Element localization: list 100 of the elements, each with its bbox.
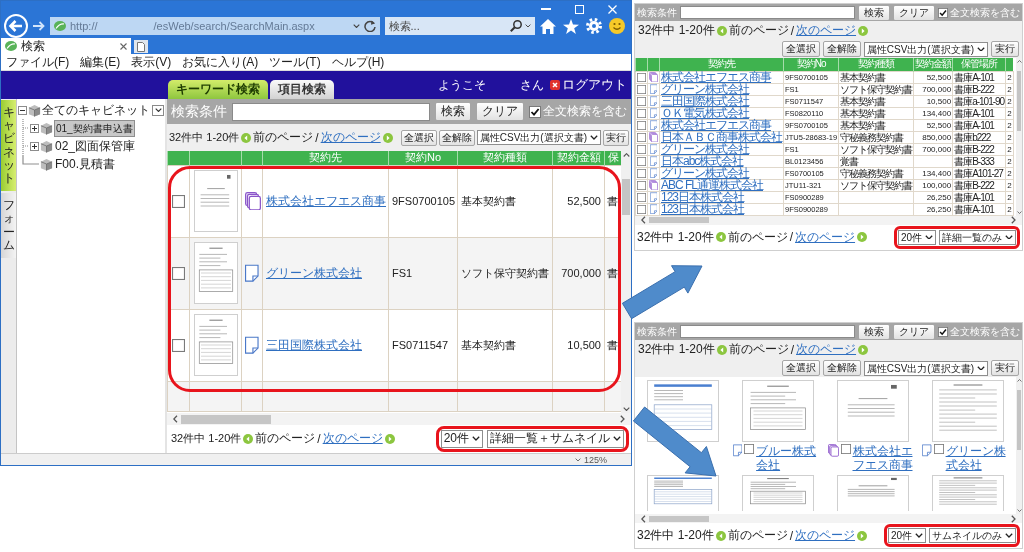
star-icon[interactable] xyxy=(563,18,579,34)
checkbox[interactable] xyxy=(938,7,948,18)
tree-item[interactable]: F00.見積書 xyxy=(54,156,116,172)
forward-icon[interactable] xyxy=(33,21,45,31)
caret-down-icon[interactable] xyxy=(977,46,985,52)
home-icon[interactable] xyxy=(540,18,556,34)
checkbox[interactable] xyxy=(172,194,185,208)
scrollbar-thumb[interactable] xyxy=(1017,390,1021,450)
page-icon[interactable] xyxy=(649,95,658,107)
checkbox[interactable] xyxy=(637,180,646,190)
run-button[interactable]: 実行 xyxy=(603,129,629,146)
search-box[interactable]: 検索... xyxy=(384,17,535,35)
deselect-all-button[interactable]: 全解除 xyxy=(438,129,475,146)
page-link[interactable]: 次のページ xyxy=(796,341,857,358)
search-button[interactable]: 検索 xyxy=(858,323,890,340)
company-link[interactable]: 株式会社エフエス商事 xyxy=(852,444,919,472)
scrollbar-thumb[interactable] xyxy=(648,217,709,223)
clear-button[interactable]: クリア xyxy=(893,4,935,21)
page-link[interactable]: 次のページ xyxy=(795,228,856,246)
search-button[interactable]: 検索 xyxy=(435,102,471,121)
checkbox[interactable] xyxy=(637,132,646,142)
caret-down-icon[interactable] xyxy=(590,135,598,140)
checkbox[interactable] xyxy=(172,338,185,352)
tab[interactable]: キーワード検索 xyxy=(168,80,268,99)
caret-up-icon[interactable] xyxy=(1016,379,1022,382)
run-button[interactable]: 実行 xyxy=(991,41,1019,57)
minus-box-icon[interactable] xyxy=(18,105,27,115)
select-all-button[interactable]: 全選択 xyxy=(400,129,437,146)
scrollbar[interactable] xyxy=(167,413,631,425)
pages-icon[interactable] xyxy=(827,444,839,457)
menu-item[interactable]: 表示(V) xyxy=(131,53,172,71)
search-field[interactable] xyxy=(680,325,855,338)
caret-down-icon[interactable] xyxy=(622,406,630,411)
caret-down-icon[interactable] xyxy=(613,436,621,442)
page-icon[interactable] xyxy=(649,143,658,155)
tree-item[interactable]: 01_契約書申込書 xyxy=(54,119,135,137)
gear-icon[interactable] xyxy=(586,18,602,34)
checkbox[interactable] xyxy=(637,84,646,94)
page-icon[interactable] xyxy=(649,119,658,131)
caret-down-icon[interactable] xyxy=(1005,533,1013,538)
page-icon[interactable] xyxy=(922,444,932,457)
checkbox[interactable] xyxy=(637,192,646,202)
refresh-icon[interactable] xyxy=(363,20,376,32)
scrollbar-thumb[interactable] xyxy=(622,179,630,216)
caret-left-icon[interactable] xyxy=(641,216,646,224)
new-tab-button[interactable] xyxy=(134,40,148,53)
checkbox[interactable] xyxy=(529,105,541,118)
page-icon[interactable] xyxy=(649,107,658,119)
scrollbar[interactable] xyxy=(1016,377,1022,514)
page-icon[interactable] xyxy=(649,191,658,203)
menu-item[interactable]: ツール(T) xyxy=(269,53,321,71)
plus-box-icon[interactable] xyxy=(30,141,39,151)
menu-item[interactable]: ヘルプ(H) xyxy=(331,53,385,71)
scrollbar-thumb[interactable] xyxy=(648,515,709,522)
checkbox[interactable] xyxy=(933,444,944,454)
caret-down-icon[interactable] xyxy=(925,234,933,240)
company-link[interactable]: グリーン株式会社 xyxy=(945,444,1013,472)
checkbox[interactable] xyxy=(840,444,851,454)
caret-left-icon[interactable] xyxy=(173,415,178,423)
checkbox[interactable] xyxy=(172,266,185,280)
checkbox[interactable] xyxy=(744,444,755,454)
scrollbar[interactable] xyxy=(1016,58,1022,216)
tree-item[interactable]: 全てのキャビネット xyxy=(42,102,150,118)
menu-item[interactable]: お気に入り(A) xyxy=(182,53,259,71)
checkbox[interactable] xyxy=(637,204,646,214)
company-link[interactable]: ブルー株式会社 xyxy=(756,444,824,472)
page-icon[interactable] xyxy=(649,83,658,95)
view-dropdown[interactable]: 詳細一覧＋サムネイル xyxy=(487,430,624,448)
search-icon[interactable] xyxy=(510,20,522,32)
maximize-icon[interactable] xyxy=(575,4,584,14)
page-size-dropdown[interactable]: 20件 xyxy=(440,430,483,448)
caret-down-icon[interactable] xyxy=(1005,234,1013,240)
search-field[interactable] xyxy=(232,102,430,121)
pages-icon[interactable] xyxy=(649,179,658,191)
caret-right-icon[interactable] xyxy=(1011,216,1016,224)
page-icon[interactable] xyxy=(245,335,259,355)
page-icon[interactable] xyxy=(649,155,658,167)
export-dropdown[interactable]: 属性CSV出力(選択文書) xyxy=(863,360,988,376)
search-field[interactable] xyxy=(680,6,855,19)
scrollbar-thumb[interactable] xyxy=(180,414,271,424)
pages-icon[interactable] xyxy=(649,131,658,143)
search-button[interactable]: 検索 xyxy=(858,4,890,21)
checkbox[interactable] xyxy=(637,168,646,178)
tab[interactable]: 項目検索 xyxy=(270,80,334,99)
company-link[interactable]: 三田国際株式会社 xyxy=(266,337,362,352)
scrollbar[interactable] xyxy=(635,215,1022,225)
back-icon[interactable] xyxy=(4,14,28,38)
menu-item[interactable]: ファイル(F) xyxy=(6,53,70,71)
caret-down-icon[interactable] xyxy=(977,365,985,371)
page-icon[interactable] xyxy=(245,263,259,283)
scrollbar[interactable] xyxy=(635,514,1022,523)
side-tab[interactable]: キャビネット xyxy=(1,100,16,192)
menu-item[interactable]: 編集(E) xyxy=(80,53,121,71)
checkbox[interactable] xyxy=(637,96,646,106)
close-icon[interactable] xyxy=(120,42,127,50)
company-link[interactable]: グリーン株式会社 xyxy=(266,265,362,280)
page-link[interactable]: 次のページ xyxy=(322,430,383,448)
browser-tab[interactable]: 検索 xyxy=(1,38,131,54)
view-dropdown[interactable]: 詳細一覧のみ xyxy=(939,229,1016,245)
checkbox[interactable] xyxy=(637,120,646,130)
